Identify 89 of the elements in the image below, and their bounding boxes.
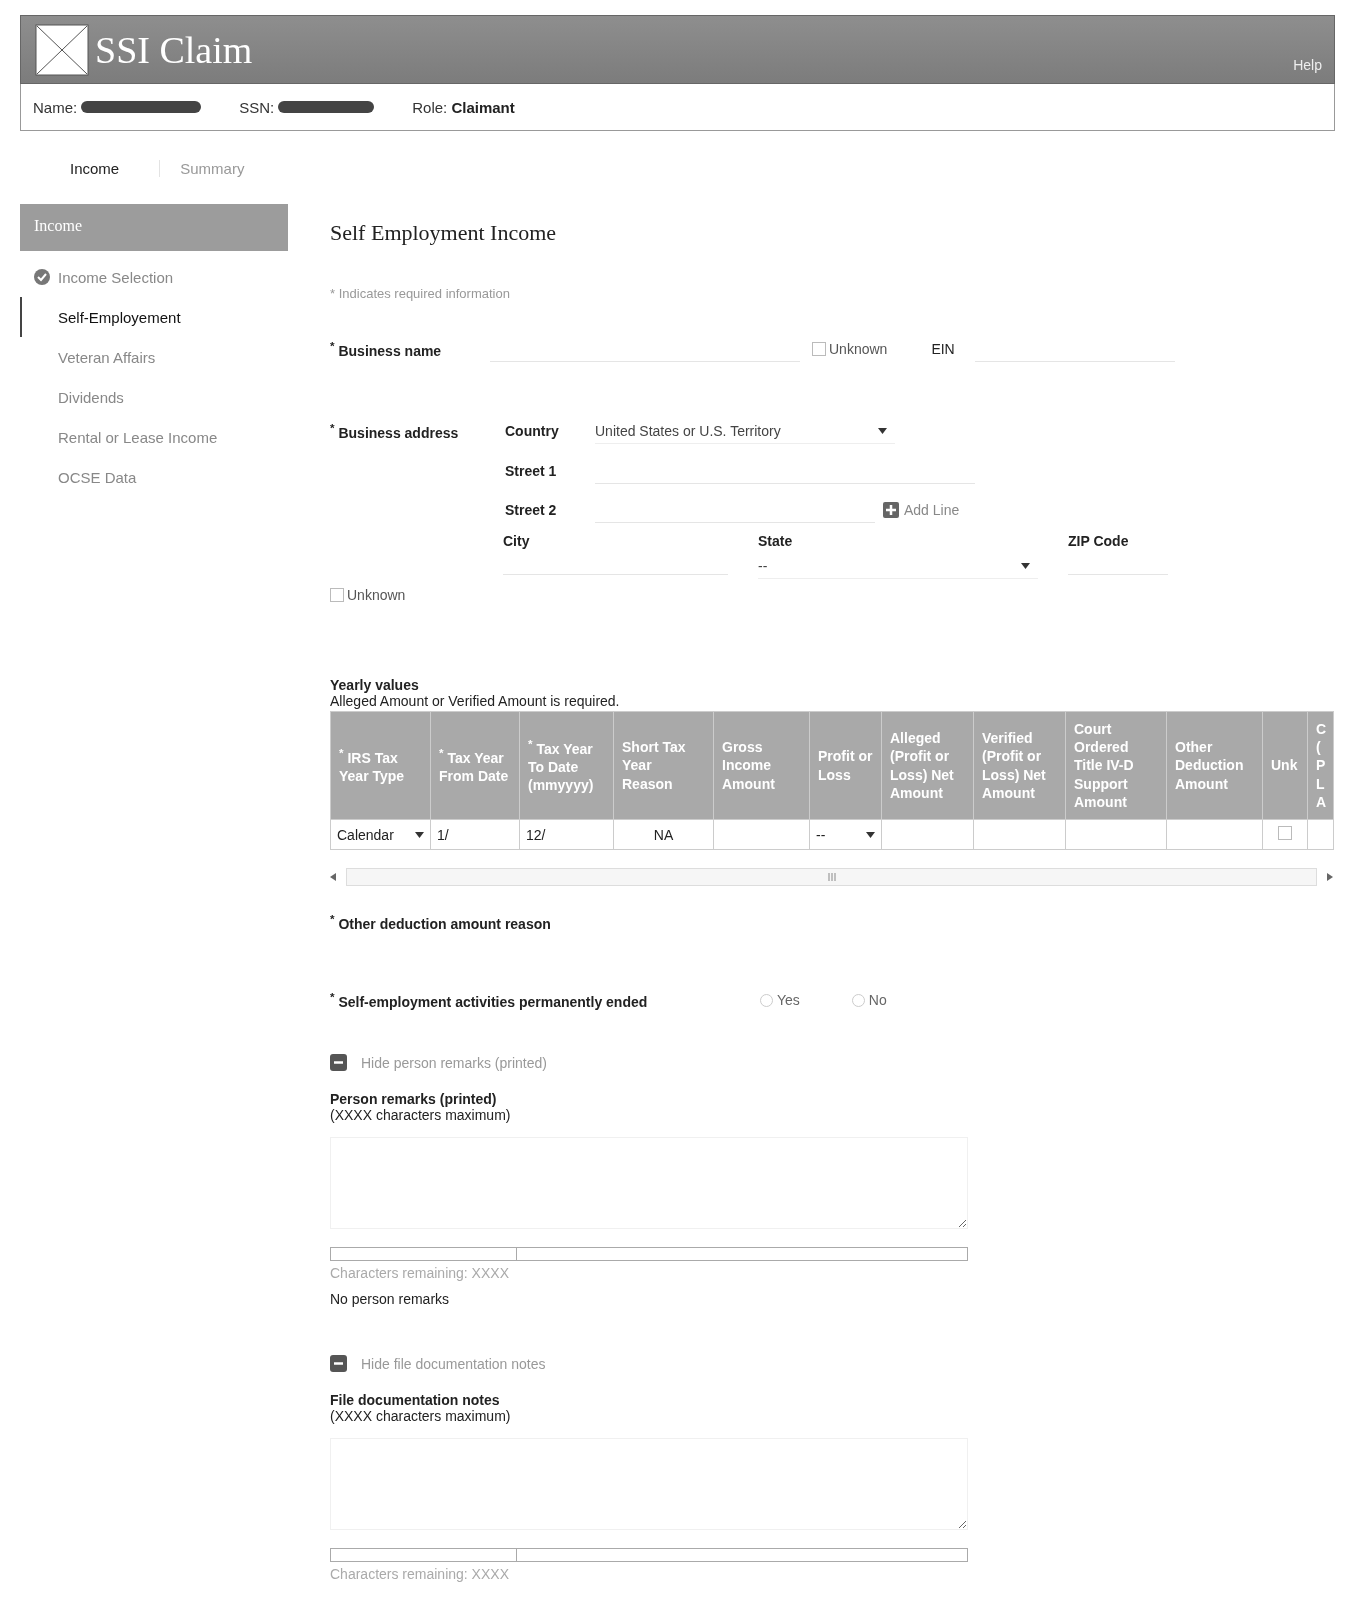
horizontal-scrollbar[interactable] — [346, 868, 1317, 886]
check-circle-icon — [34, 269, 50, 285]
caret-icon — [866, 831, 875, 838]
field-label: Country — [505, 423, 560, 439]
page-title: Self Employment Income — [330, 220, 558, 246]
caret-icon — [1021, 562, 1030, 569]
name-label: Name: — [33, 98, 78, 116]
column-header: Verified (Profit or Loss) Net Amount — [973, 711, 1066, 820]
character-limit: (XXXX characters maximum) — [330, 1408, 512, 1424]
field-label: City — [503, 533, 530, 549]
unknown-checkbox[interactable]: Unknown — [812, 341, 888, 357]
column-header: $^{*}$ Tax Year From Date — [430, 711, 520, 820]
radio-option[interactable]: Yes — [760, 992, 800, 1008]
required-mark: * — [330, 990, 335, 1004]
help-link[interactable]: Help — [1293, 57, 1322, 73]
sidebar-item[interactable]: Income Selection — [20, 257, 288, 297]
required-mark: * — [339, 746, 344, 760]
table-input[interactable] — [1166, 819, 1263, 850]
minus-icon — [330, 1355, 347, 1372]
required-mark: * — [330, 421, 335, 435]
grip-icon — [826, 873, 837, 881]
column-header: $^{*}$ IRS Tax Year Type — [330, 711, 431, 820]
required-mark: * — [330, 339, 335, 353]
field-label: $^{*}$ Self-employment activities permanently ended — [330, 990, 649, 1010]
required-note: * Indicates required information — [330, 286, 511, 301]
field-label: $^{*}$ Business name — [330, 339, 443, 359]
sidebar-item[interactable]: Self-Employement — [20, 297, 288, 337]
sidebar-item[interactable]: Dividends — [20, 377, 288, 417]
table-cell: NA — [613, 819, 714, 850]
tab[interactable]: Income — [50, 159, 161, 177]
column-header: Alleged (Profit or Loss) Net Amount — [881, 711, 974, 820]
sidebar-item[interactable]: OCSE Data — [20, 457, 288, 497]
country-select[interactable]: United States or U.S. Territory — [595, 418, 895, 444]
column-header: Court Ordered Title IV-D Support Amount — [1065, 711, 1167, 820]
table-input[interactable] — [1065, 819, 1167, 850]
table-input[interactable]: 12/ — [519, 819, 614, 850]
field-label: Street 1 — [505, 463, 558, 479]
required-mark: * — [439, 746, 444, 760]
app-title: SSI Claim — [95, 27, 253, 72]
field-label: Street 2 — [505, 502, 558, 518]
table-input[interactable] — [881, 819, 974, 850]
state-select[interactable]: -- — [758, 553, 1038, 579]
logo-icon — [35, 23, 89, 76]
add-line-button[interactable]: Add Line — [883, 502, 960, 518]
table-input[interactable]: 1/ — [430, 819, 520, 850]
required-mark: * — [528, 737, 533, 751]
character-limit: (XXXX characters maximum) — [330, 1107, 512, 1123]
field-label: $^{*}$ Business address — [330, 421, 460, 441]
field-label: ZIP Code — [1068, 533, 1129, 549]
sidebar-item[interactable]: Veteran Affairs — [20, 337, 288, 377]
table-input[interactable] — [1307, 819, 1334, 850]
table-note: Alleged Amount or Verified Amount is required. — [330, 693, 621, 709]
caret-icon — [878, 427, 887, 434]
empty-remarks-note: No person remarks — [330, 1291, 451, 1307]
table-select[interactable]: -- — [809, 819, 882, 850]
column-header: C (P L A — [1307, 711, 1334, 820]
required-mark: * — [330, 912, 335, 926]
column-header: Other Deduction Amount — [1166, 711, 1263, 820]
table-input[interactable] — [973, 819, 1066, 850]
ssn-label: SSN: — [239, 98, 275, 116]
scroll-right-icon[interactable] — [1327, 873, 1333, 881]
column-header: Gross Income Amount — [713, 711, 810, 820]
unknown-checkbox[interactable]: Unknown — [330, 587, 1335, 603]
minus-icon — [330, 1054, 347, 1071]
role-value: Claimant — [451, 98, 515, 116]
caret-icon — [415, 831, 424, 838]
remarks-field[interactable] — [330, 1438, 968, 1530]
section-title: Person remarks (printed) — [330, 1091, 498, 1107]
table-select[interactable]: Calendar — [330, 819, 431, 850]
field-label: $^{*}$ Other deduction amount reason — [330, 912, 551, 932]
remarks-field[interactable] — [330, 1137, 968, 1229]
column-header: Short Tax Year Reason — [613, 711, 714, 820]
field-label: EIN — [931, 341, 955, 357]
characters-remaining: Characters remaining: XXXX — [330, 1265, 510, 1281]
column-header: $^{*}$ Tax Year To Date (mmyyyy) — [519, 711, 614, 820]
section-title: File documentation notes — [330, 1392, 501, 1408]
role-label: Role: — [412, 98, 448, 116]
table-checkbox[interactable] — [1262, 819, 1308, 850]
column-header: Unk — [1262, 711, 1308, 820]
section-title: Yearly values — [330, 677, 420, 693]
characters-remaining: Characters remaining: XXXX — [330, 1566, 510, 1582]
table-input[interactable] — [713, 819, 810, 850]
field-label: State — [758, 533, 793, 549]
radio-option[interactable]: No — [851, 992, 887, 1008]
column-header: Profit or Loss — [809, 711, 882, 820]
scroll-left-icon[interactable] — [330, 873, 336, 881]
sidebar-header: Income — [20, 204, 288, 251]
sidebar-item[interactable]: Rental or Lease Income — [20, 417, 288, 457]
plus-icon — [883, 502, 899, 518]
